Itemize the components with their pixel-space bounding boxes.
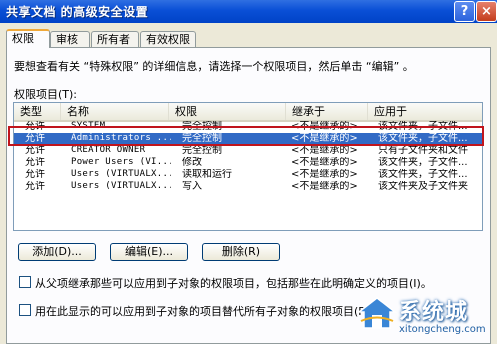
replace-child-permissions-label: 用在此显示的可以应用到子对象的项目替代所有子对象的权限项目(P) — [35, 305, 370, 318]
cell-applies-to: 该文件夹及子文件夹 — [378, 181, 468, 192]
house-logo-icon — [357, 297, 397, 329]
cell-name: Users (VIRTUALX... — [71, 181, 171, 191]
column-header-applies-to[interactable]: 应用于 — [368, 103, 482, 120]
cell-inherited-from: <不是继承的> — [291, 157, 358, 168]
watermark-name: 系统城 — [399, 300, 469, 325]
remove-button[interactable]: 删除(R) — [202, 243, 280, 261]
help-button[interactable]: ? — [454, 1, 475, 22]
column-header-type[interactable]: 类型 — [14, 103, 61, 120]
tab-effective-permissions[interactable]: 有效权限 — [140, 31, 196, 47]
cell-permission: 完全控制 — [182, 145, 222, 156]
edit-button[interactable]: 编辑(E)... — [110, 243, 188, 261]
cell-name: CREATOR OWNER — [71, 145, 146, 155]
permission-entries-label: 权限项目(T): — [14, 88, 78, 101]
table-row[interactable]: 允许 Users (VIRTUALX... 读取和运行 <不是继承的> 该文件夹… — [14, 169, 482, 180]
list-header: 类型 名称 权限 继承于 应用于 — [14, 103, 482, 122]
add-button[interactable]: 添加(D)... — [18, 243, 96, 261]
cell-type: 允许 — [25, 169, 45, 180]
column-header-inherited-from[interactable]: 继承于 — [286, 103, 368, 120]
replace-child-permissions-checkbox[interactable] — [19, 304, 31, 316]
cell-type: 允许 — [25, 157, 45, 168]
cell-type: 允许 — [25, 145, 45, 156]
cell-permission: 读取和运行 — [182, 169, 232, 180]
cell-inherited-from: <不是继承的> — [291, 181, 358, 192]
cell-applies-to: 只有子文件夹和文件 — [378, 145, 468, 156]
cell-name: Power Users (VI... — [71, 157, 171, 167]
title-bar: 共享文档 的高级安全设置 ? × — [0, 0, 497, 23]
inherit-permissions-checkbox[interactable] — [19, 276, 31, 288]
watermark-logo: 系统城 xitongcheng.com — [355, 294, 495, 342]
cell-permission: 写入 — [182, 181, 202, 192]
cell-type: 允许 — [25, 181, 45, 192]
column-header-permission[interactable]: 权限 — [169, 103, 286, 120]
cell-inherited-from: <不是继承的> — [291, 169, 358, 180]
tab-auditing[interactable]: 审核 — [50, 31, 90, 47]
cell-inherited-from: <不是继承的> — [291, 145, 358, 156]
tab-permissions[interactable]: 权限 — [6, 29, 50, 48]
inherit-permissions-label: 从父项继承那些可以应用到子对象的权限项目，包括那些在此明确定义的项目(I)。 — [35, 277, 432, 290]
watermark-url: xitongcheng.com — [399, 324, 486, 335]
table-row[interactable]: 允许 CREATOR OWNER 完全控制 <不是继承的> 只有子文件夹和文件 — [14, 145, 482, 156]
instruction-text: 要想查看有关 “特殊权限” 的详细信息，请选择一个权限项目，然后单击 “编辑” … — [14, 60, 414, 73]
permission-entries-list[interactable]: 类型 名称 权限 继承于 应用于 允许 SYSTEM 完全控制 <不是继承的> … — [13, 102, 483, 231]
cell-applies-to: 该文件夹，子文件... — [378, 157, 468, 168]
highlight-annotation-box — [8, 126, 484, 146]
tab-owner[interactable]: 所有者 — [91, 31, 139, 47]
close-button[interactable]: × — [476, 1, 497, 22]
table-row[interactable]: 允许 Users (VIRTUALX... 写入 <不是继承的> 该文件夹及子文… — [14, 181, 482, 192]
cell-name: Users (VIRTUALX... — [71, 169, 171, 179]
window-title: 共享文档 的高级安全设置 — [6, 5, 149, 19]
cell-applies-to: 该文件夹，子文件... — [378, 169, 468, 180]
cell-permission: 修改 — [182, 157, 202, 168]
table-row[interactable]: 允许 Power Users (VI... 修改 <不是继承的> 该文件夹，子文… — [14, 157, 482, 168]
column-header-name[interactable]: 名称 — [61, 103, 169, 120]
